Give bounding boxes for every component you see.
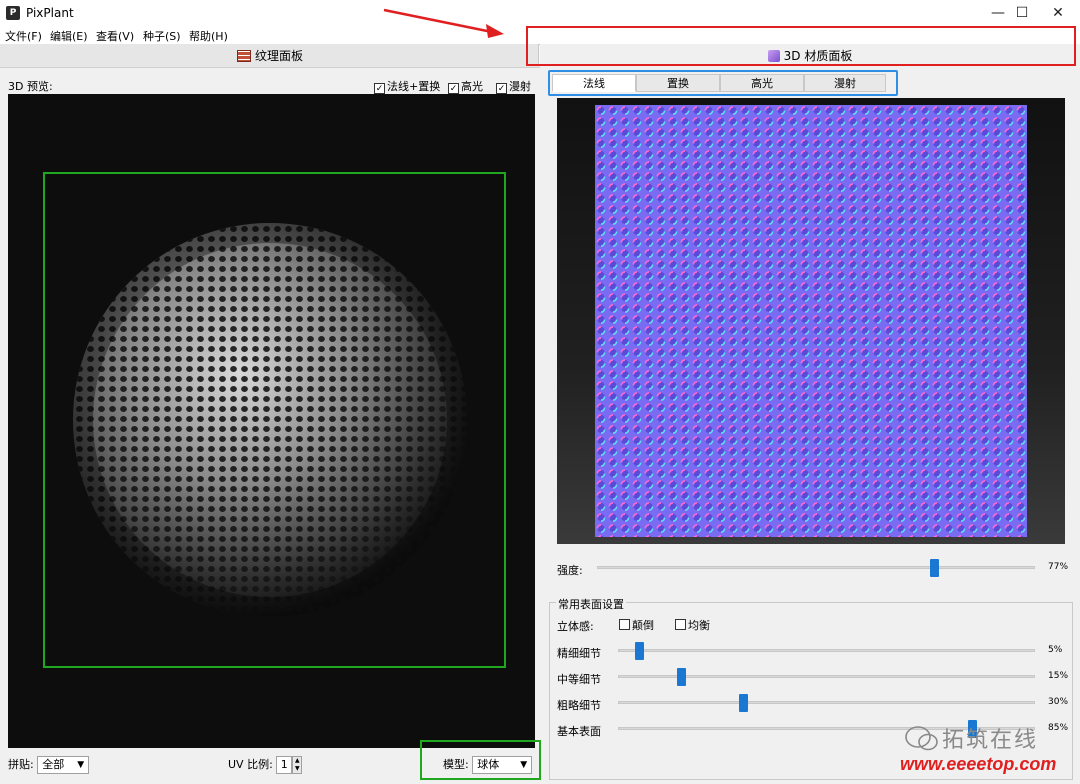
brick-icon <box>236 50 251 62</box>
surface-slider-track[interactable] <box>618 649 1035 652</box>
annotation-green-box-preview <box>43 172 506 668</box>
annotation-arrow <box>383 8 504 38</box>
surface-slider-label: 粗略细节 <box>557 699 601 712</box>
window-title: PixPlant <box>26 6 74 20</box>
uv-scale-input[interactable]: 1 <box>276 756 293 774</box>
texture-panel-label: 纹理面板 <box>254 49 303 63</box>
watermark-text: 拓筑在线 <box>942 728 1039 753</box>
strength-value: 77% <box>1048 562 1069 572</box>
menu-edit[interactable]: 编辑(E) <box>50 28 88 44</box>
spinner-arrows-icon[interactable]: ▲ ▼ <box>292 756 303 774</box>
check-icon: ✓ <box>448 83 459 94</box>
stereo-label: 立体感: <box>557 620 594 633</box>
normal-map-preview <box>595 105 1027 537</box>
invert-checkbox[interactable]: 颠倒 <box>619 617 654 633</box>
annotation-green-box-model <box>420 740 541 780</box>
diffuse-checkbox[interactable]: ✓ 漫射 <box>496 78 531 94</box>
menu-view[interactable]: 查看(V) <box>96 28 134 44</box>
specular-checkbox[interactable]: ✓ 高光 <box>448 78 483 94</box>
strength-label: 强度: <box>557 564 583 577</box>
menu-help[interactable]: 帮助(H) <box>189 28 228 44</box>
surface-slider-track[interactable] <box>618 701 1035 704</box>
surface-slider-thumb[interactable] <box>739 694 749 712</box>
uv-scale-label: UV 比例: <box>228 758 273 771</box>
surface-slider-label: 基本表面 <box>557 725 601 738</box>
surface-slider-value: 5% <box>1048 645 1063 655</box>
chevron-down-icon: ▼ <box>77 760 85 770</box>
check-icon: ✓ <box>496 83 507 94</box>
watermark-url: www.eeeetop.com <box>900 754 1057 774</box>
checkbox-box <box>619 619 630 630</box>
tab-specular[interactable]: 高光 <box>720 74 804 92</box>
surface-slider-row: 粗略细节 30% <box>557 694 1069 712</box>
surface-slider-thumb[interactable] <box>634 642 644 660</box>
tile-control: 拼贴: 全部 ▼ <box>8 756 90 774</box>
check-icon: ✓ <box>374 83 385 94</box>
watermark: 拓筑在线 www.eeeetop.com <box>900 722 1078 780</box>
tile-select[interactable]: 全部 ▼ <box>37 756 90 774</box>
menu-file[interactable]: 文件(F) <box>5 28 42 44</box>
app-logo-icon: P <box>6 6 20 20</box>
surface-slider-thumb[interactable] <box>676 668 686 686</box>
annotation-red-box <box>526 26 1076 66</box>
checkbox-box <box>675 619 686 630</box>
wechat-icon <box>905 726 938 751</box>
surface-settings-title: 常用表面设置 <box>556 596 626 612</box>
tab-diffuse[interactable]: 漫射 <box>804 74 886 92</box>
menu-seed[interactable]: 种子(S) <box>143 28 181 44</box>
surface-slider-label: 精细细节 <box>557 647 601 660</box>
tab-normal[interactable]: 法线 <box>552 74 636 92</box>
texture-panel-tab[interactable]: 纹理面板 <box>0 44 540 68</box>
surface-slider-value: 15% <box>1048 671 1069 681</box>
surface-slider-row: 精细细节 5% <box>557 642 1067 660</box>
normal-displace-checkbox[interactable]: ✓ 法线+置换 <box>374 78 440 94</box>
uv-scale-control: UV 比例: 1 ▲ ▼ <box>228 756 303 774</box>
strength-slider-row: 强度: 77% <box>557 559 1069 577</box>
title-bar: P PixPlant — ☐ ✕ <box>0 0 1080 26</box>
close-icon[interactable]: ✕ <box>1036 0 1080 26</box>
strength-slider-track[interactable] <box>597 566 1035 569</box>
preview-label: 3D 预览: <box>8 80 53 93</box>
map-tabs: 法线 置换 高光 漫射 <box>548 70 898 96</box>
strength-slider-thumb[interactable] <box>930 559 940 577</box>
surface-slider-value: 30% <box>1048 697 1069 707</box>
tile-label: 拼贴: <box>8 758 34 771</box>
balance-checkbox[interactable]: 均衡 <box>675 617 710 633</box>
surface-slider-row: 中等细节 15% <box>557 668 1069 686</box>
tab-displacement[interactable]: 置换 <box>636 74 720 92</box>
surface-slider-label: 中等细节 <box>557 673 601 686</box>
